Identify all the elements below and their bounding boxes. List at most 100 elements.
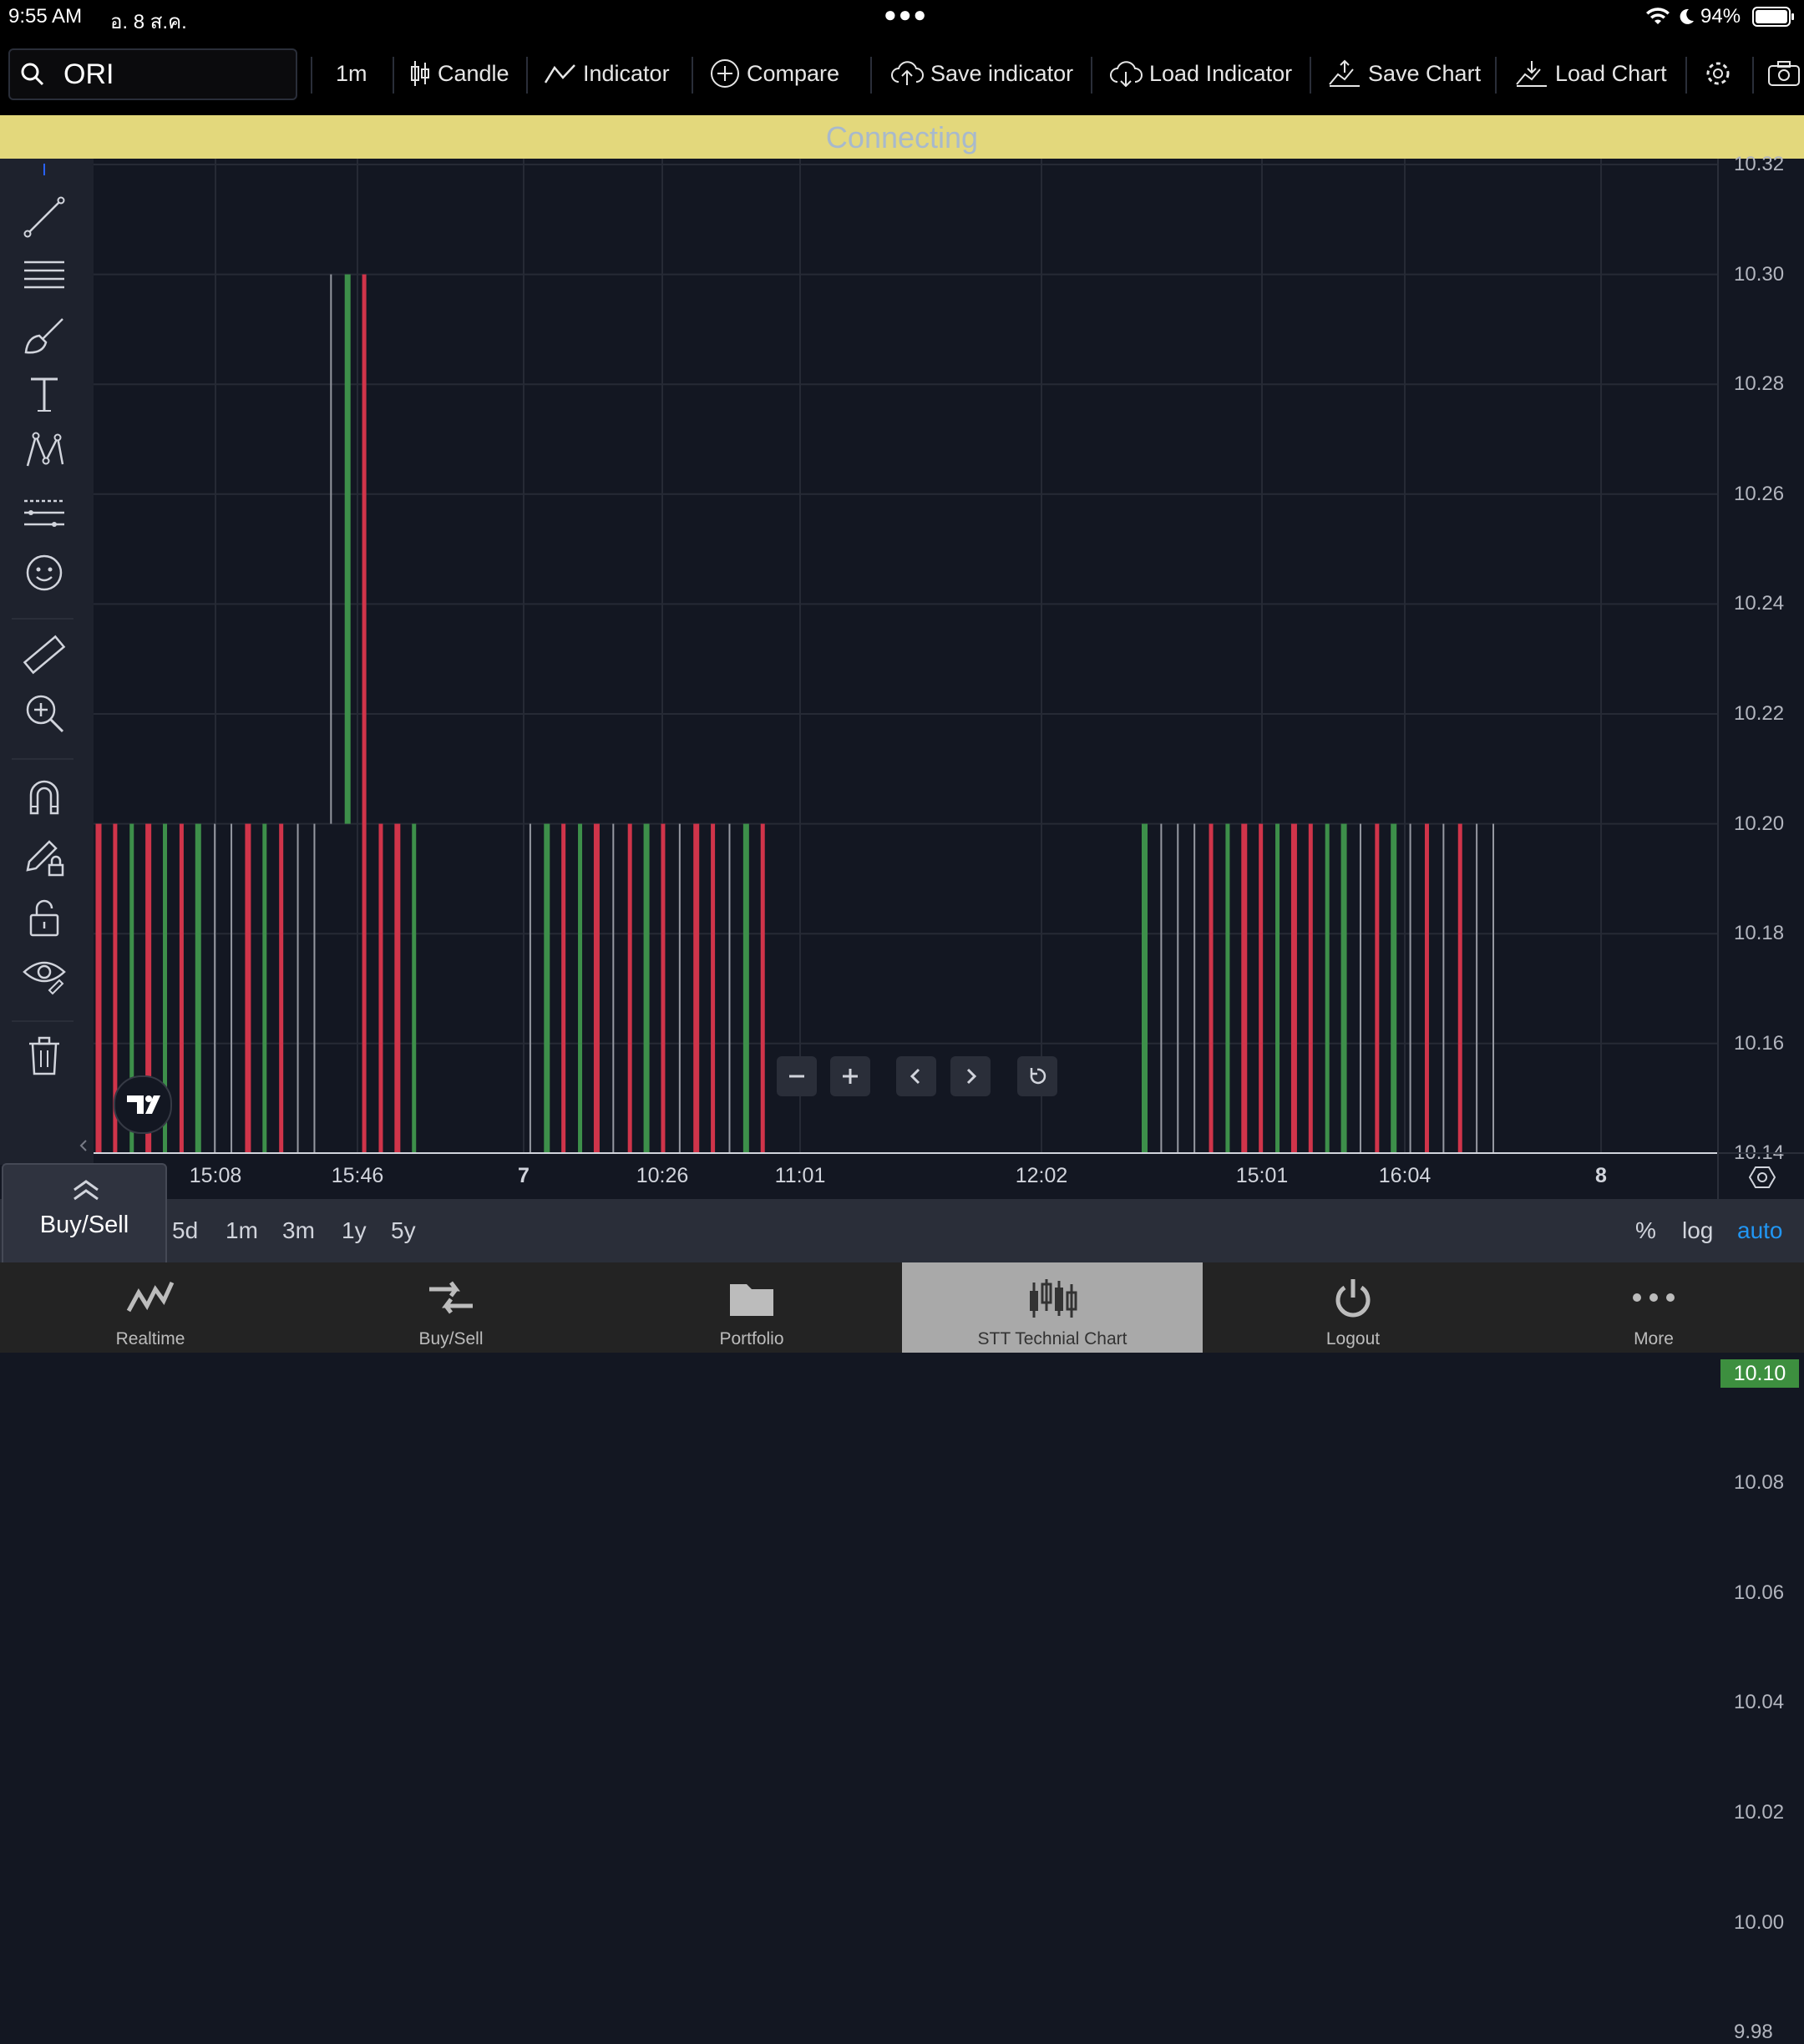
more-dots-icon <box>1633 1293 1675 1302</box>
tradingview-logo-icon <box>127 1095 160 1114</box>
emoji-icon[interactable] <box>21 549 68 596</box>
candle-dn <box>711 823 716 1152</box>
candle-dn <box>378 823 383 1152</box>
ruler-icon[interactable] <box>21 631 68 678</box>
tools-divider <box>12 1020 73 1022</box>
candle-up <box>544 823 550 1152</box>
percent-scale-toggle[interactable]: % <box>1635 1217 1656 1244</box>
screenshot-button[interactable] <box>1767 58 1801 89</box>
price-tick: 9.98 <box>1734 2021 1773 2044</box>
tradingview-logo[interactable] <box>114 1075 172 1134</box>
current-price-badge: 10.10 <box>1720 1358 1799 1388</box>
tab-more[interactable]: More <box>1503 1262 1804 1353</box>
realtime-chart-icon <box>126 1281 175 1313</box>
candle-flat <box>612 823 615 1152</box>
toolbar-divider <box>692 57 693 94</box>
tab-technical-chart[interactable]: STT Technial Chart <box>902 1262 1203 1353</box>
settings-button[interactable] <box>1704 58 1732 89</box>
tab-realtime[interactable]: Realtime <box>0 1262 301 1353</box>
toolbar-divider <box>1091 57 1092 94</box>
tab-buy-sell[interactable]: Buy/Sell <box>301 1262 601 1353</box>
time-axis[interactable]: 15:08 15:46 7 10:26 11:01 12:02 15:01 16… <box>94 1152 1717 1201</box>
range-1m[interactable]: 1m <box>226 1217 258 1244</box>
buy-sell-button[interactable]: Buy/Sell <box>2 1163 167 1265</box>
brush-icon[interactable] <box>21 312 68 359</box>
toolbar-divider <box>870 57 872 94</box>
price-tick: 10.22 <box>1734 702 1785 725</box>
zoom-in-icon[interactable] <box>21 690 68 736</box>
toolbar-divider <box>1752 57 1754 94</box>
toolbar-divider <box>311 57 312 94</box>
eye-icon[interactable] <box>21 952 68 999</box>
collapse-toolbar-icon[interactable] <box>77 1136 90 1156</box>
pattern-tool-icon[interactable] <box>21 428 68 474</box>
load-chart-button[interactable]: Load Chart <box>1515 58 1667 89</box>
candle-dn <box>394 823 401 1152</box>
candle-flat <box>296 823 299 1152</box>
candle-up <box>643 823 650 1152</box>
search-icon <box>21 63 44 86</box>
candle-flat <box>1476 823 1478 1152</box>
compare-button[interactable]: Compare <box>710 58 839 89</box>
tab-portfolio[interactable]: Portfolio <box>601 1262 902 1353</box>
candle-up <box>1325 823 1330 1152</box>
status-bar: 9:55 AM อ. 8 ส.ค. ●●● 94% <box>0 0 1804 33</box>
time-tick-day: 8 <box>1595 1164 1607 1187</box>
symbol-search[interactable]: ORI <box>8 48 297 100</box>
candle-flat <box>529 823 531 1152</box>
magnet-icon[interactable] <box>21 773 68 820</box>
indicator-button[interactable]: Indicator <box>545 58 670 89</box>
compare-plus-icon <box>711 59 739 88</box>
text-tool-icon[interactable] <box>21 371 68 417</box>
candle-dn <box>593 823 600 1152</box>
candle-dn <box>1290 823 1297 1152</box>
scroll-left-button[interactable] <box>896 1056 936 1096</box>
range-1y[interactable]: 1y <box>342 1217 367 1244</box>
axis-settings-button[interactable] <box>1717 1152 1804 1201</box>
prediction-tool-icon[interactable] <box>21 489 68 536</box>
price-tick: 10.32 <box>1734 153 1785 175</box>
save-chart-button[interactable]: Save Chart <box>1328 58 1481 89</box>
auto-scale-toggle[interactable]: auto <box>1737 1217 1783 1244</box>
toolbar-divider <box>526 57 528 94</box>
tab-logout[interactable]: Logout <box>1203 1262 1503 1353</box>
multitask-dots-icon[interactable]: ●●● <box>884 2 928 28</box>
candle-button[interactable]: Candle <box>409 58 509 89</box>
moon-icon <box>1680 8 1694 24</box>
lock-drawing-icon[interactable] <box>21 833 68 880</box>
range-5y[interactable]: 5y <box>391 1217 416 1244</box>
candle-dn <box>561 823 566 1152</box>
candle-flat <box>1492 823 1494 1152</box>
load-indicator-button[interactable]: Load Indicator <box>1109 58 1292 89</box>
time-tick: 15:46 <box>331 1164 384 1187</box>
candle-up <box>1340 823 1347 1152</box>
price-tick: 10.08 <box>1734 1471 1785 1495</box>
zoom-out-button[interactable] <box>777 1056 817 1096</box>
trend-line-icon[interactable] <box>21 194 68 240</box>
symbol-input[interactable]: ORI <box>63 58 114 91</box>
candle-flat <box>1193 823 1196 1152</box>
reset-chart-button[interactable] <box>1017 1056 1057 1096</box>
price-axis[interactable]: 10.32 10.30 10.28 10.26 10.24 10.22 10.20 10.18… <box>1717 153 1804 2043</box>
chart-upload-icon <box>1329 59 1360 87</box>
candle-icon <box>411 61 429 86</box>
battery-icon <box>1752 7 1794 27</box>
range-5d[interactable]: 5d <box>172 1217 198 1244</box>
price-tick: 10.02 <box>1734 1801 1785 1824</box>
range-3m[interactable]: 3m <box>282 1217 315 1244</box>
unlock-icon[interactable] <box>21 893 68 940</box>
indicator-label: Indicator <box>583 60 670 86</box>
fib-lines-icon[interactable] <box>21 252 68 299</box>
candle-up <box>1142 823 1148 1152</box>
price-chart[interactable] <box>94 159 1717 1152</box>
trash-icon[interactable] <box>21 1032 68 1079</box>
toolbar-divider <box>1495 57 1497 94</box>
zoom-in-button[interactable] <box>830 1056 870 1096</box>
scroll-right-button[interactable] <box>950 1056 991 1096</box>
save-indicator-button[interactable]: Save indicator <box>890 58 1073 89</box>
log-scale-toggle[interactable]: log <box>1682 1217 1713 1244</box>
candle-label: Candle <box>438 60 509 86</box>
interval-button[interactable]: 1m <box>336 58 367 89</box>
candle-up <box>578 823 583 1152</box>
time-tick: 15:01 <box>1235 1164 1289 1187</box>
